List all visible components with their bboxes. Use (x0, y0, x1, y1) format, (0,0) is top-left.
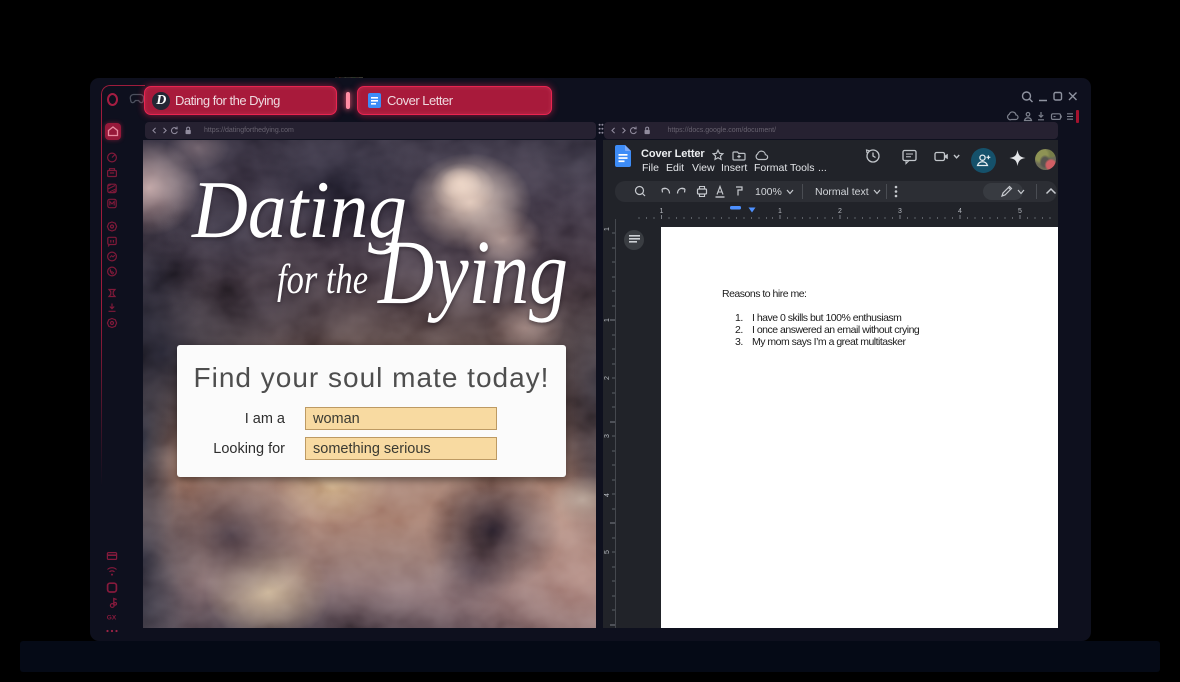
svg-text:4: 4 (958, 208, 962, 215)
svg-text:1: 1 (778, 208, 782, 215)
svg-text:2: 2 (604, 376, 611, 380)
svg-text:Dating: Dating (191, 164, 407, 255)
svg-text:5: 5 (604, 550, 611, 554)
svg-text:Dying: Dying (376, 221, 568, 323)
svg-text:1: 1 (660, 208, 664, 215)
svg-text:for the: for the (277, 257, 368, 303)
svg-text:4: 4 (604, 493, 611, 497)
svg-text:GX: GX (107, 615, 117, 622)
svg-text:2: 2 (838, 208, 842, 215)
svg-text:1: 1 (604, 318, 611, 322)
svg-text:5: 5 (1018, 208, 1022, 215)
svg-text:1: 1 (604, 227, 611, 231)
svg-text:3: 3 (604, 434, 611, 438)
svg-text:3: 3 (898, 208, 902, 215)
